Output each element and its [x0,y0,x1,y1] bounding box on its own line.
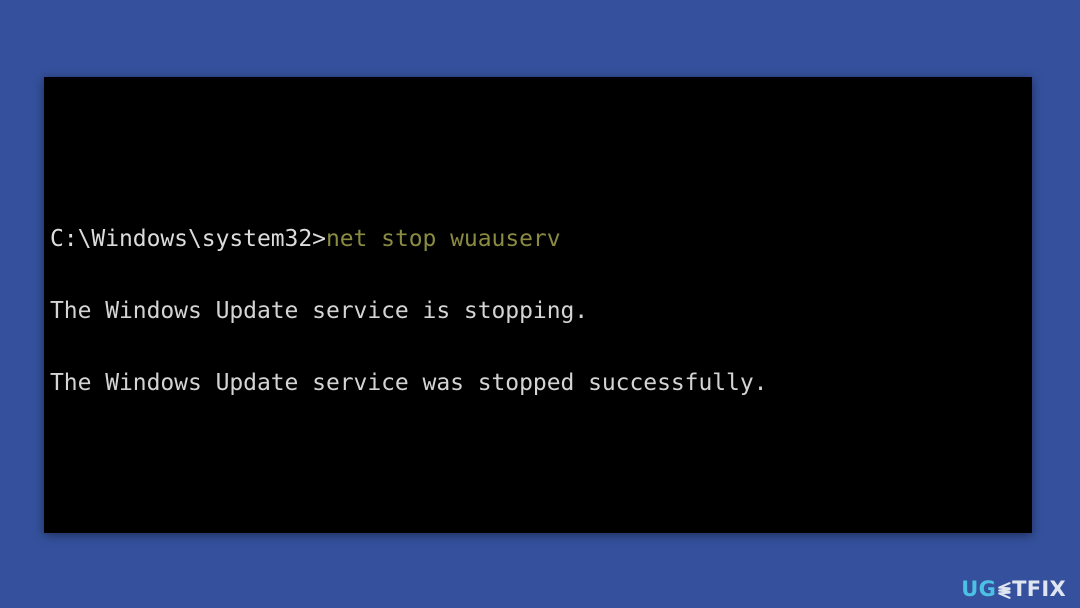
console-output-line: The Windows Update service is stopping. [50,298,589,324]
console-command-block: C:\Windows\system32>net stop wuauserv Th… [50,179,1032,443]
console-output: C:\Windows\system32>net stop wuauserv Th… [50,83,1032,533]
stylized-e-icon [996,582,1012,599]
screenshot-canvas: C:\Windows\system32>net stop wuauserv Th… [0,0,1080,608]
console-output-line: The Windows Update service was stopped s… [50,370,768,396]
prompt-line: C:\Windows\system32>net stop wuauserv [50,227,1032,251]
ugetfix-watermark: UG TFIX [961,579,1066,600]
watermark-text-primary: UG [961,577,997,601]
prompt-path: C:\Windows\system32> [50,226,326,252]
typed-command: net stop wuauserv [325,226,561,252]
watermark-text-secondary: TFIX [1012,577,1066,601]
command-prompt-window[interactable]: C:\Windows\system32>net stop wuauserv Th… [44,77,1032,533]
